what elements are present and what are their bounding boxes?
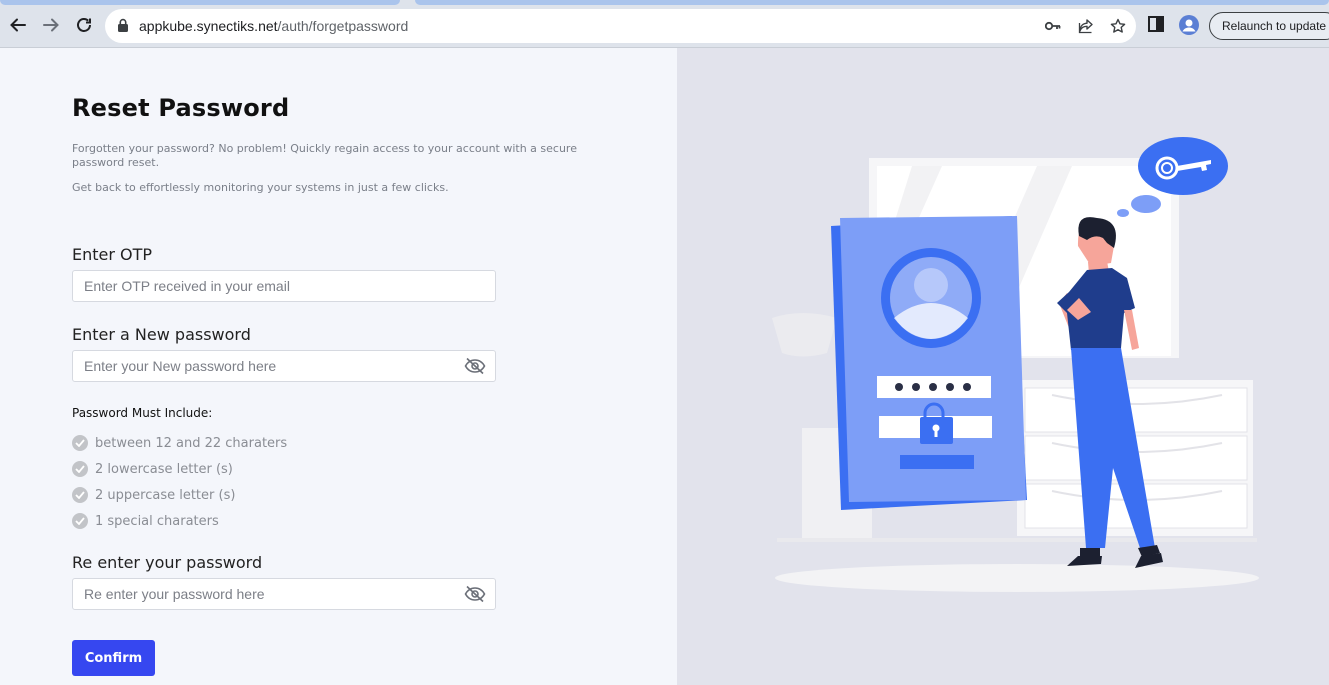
browser-tab[interactable] <box>415 0 1329 5</box>
url-domain: appkube.synectiks.net <box>139 18 278 34</box>
reenter-password-label: Re enter your password <box>72 553 263 572</box>
reset-password-illustration <box>772 137 1259 592</box>
requirement-text: 2 uppercase letter (s) <box>95 487 236 503</box>
star-icon <box>1110 18 1126 33</box>
arrow-left-icon <box>10 18 26 32</box>
forward-button[interactable] <box>39 13 63 37</box>
otp-field[interactable] <box>72 270 496 302</box>
requirement-text: 2 lowercase letter (s) <box>95 461 233 477</box>
new-password-input[interactable] <box>73 351 495 381</box>
key-icon <box>1045 21 1061 31</box>
otp-label: Enter OTP <box>72 245 153 264</box>
eye-slash-icon[interactable] <box>464 357 486 375</box>
reenter-password-input[interactable] <box>73 579 495 609</box>
browser-toolbar: appkube.synectiks.net/auth/forgetpasswor… <box>0 0 1329 48</box>
otp-input[interactable] <box>73 271 495 301</box>
requirement-item: 2 uppercase letter (s) <box>72 486 235 504</box>
new-password-label: Enter a New password <box>72 325 251 344</box>
illustration-panel <box>677 48 1329 685</box>
description-text: Forgotten your password? No problem! Qui… <box>72 142 577 169</box>
page: Reset Password Forgotten your password? … <box>0 48 1329 685</box>
lock-icon <box>118 18 128 32</box>
reenter-password-field[interactable] <box>72 578 496 610</box>
share-button[interactable] <box>1076 17 1096 35</box>
reload-button[interactable] <box>72 13 96 37</box>
address-bar[interactable]: appkube.synectiks.net/auth/forgetpasswor… <box>105 9 1136 43</box>
requirement-item: 2 lowercase letter (s) <box>72 460 233 478</box>
password-key-button[interactable] <box>1043 17 1063 35</box>
description-text: Get back to effortlessly monitoring your… <box>72 181 449 194</box>
requirement-text: 1 special charaters <box>95 513 219 529</box>
requirement-item: between 12 and 22 charaters <box>72 434 287 452</box>
requirements-title: Password Must Include: <box>72 406 213 420</box>
page-title: Reset Password <box>72 94 290 122</box>
profile-avatar[interactable] <box>1179 15 1199 35</box>
floor-shadow <box>775 564 1259 592</box>
arrow-right-icon <box>43 18 59 32</box>
check-circle-icon <box>72 513 88 529</box>
user-icon <box>1182 19 1196 32</box>
share-icon <box>1078 19 1093 34</box>
url-path: /auth/forgetpassword <box>277 18 409 34</box>
new-password-field[interactable] <box>72 350 496 382</box>
check-circle-icon <box>72 435 88 451</box>
check-circle-icon <box>72 461 88 477</box>
relaunch-button[interactable]: Relaunch to update <box>1209 12 1329 40</box>
back-button[interactable] <box>6 13 30 37</box>
reload-icon <box>77 18 91 32</box>
eye-slash-icon[interactable] <box>464 585 486 603</box>
login-button-shape <box>900 455 974 469</box>
requirement-item: 1 special charaters <box>72 512 219 530</box>
side-panel-icon[interactable] <box>1148 16 1164 32</box>
tab-strip <box>0 0 1329 5</box>
bookmark-button[interactable] <box>1108 17 1128 35</box>
browser-tab[interactable] <box>0 0 400 5</box>
requirement-text: between 12 and 22 charaters <box>95 435 288 451</box>
url-text: appkube.synectiks.net/auth/forgetpasswor… <box>139 18 408 34</box>
check-circle-icon <box>72 487 88 503</box>
reset-password-panel: Reset Password Forgotten your password? … <box>0 48 677 685</box>
confirm-button[interactable]: Confirm <box>72 640 155 676</box>
